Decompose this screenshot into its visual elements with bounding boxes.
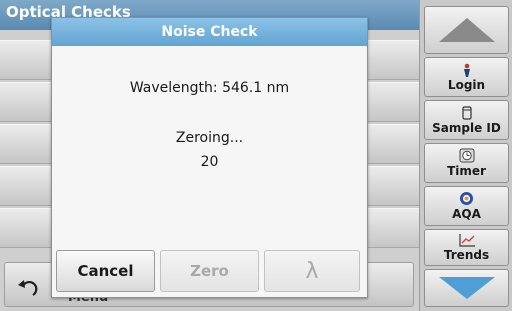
timer-button[interactable]: Timer — [424, 143, 509, 183]
dialog-title: Noise Check — [52, 18, 367, 46]
scroll-down-button[interactable] — [424, 269, 509, 307]
aqa-label: AQA — [452, 207, 481, 221]
sample-vial-icon — [461, 105, 472, 120]
triangle-down-icon — [438, 277, 495, 299]
trends-label: Trends — [443, 248, 490, 262]
timer-icon — [459, 148, 474, 163]
status-text: Zeroing... — [175, 130, 244, 146]
aqa-globe-icon — [460, 192, 473, 205]
wavelength-text: Wavelength: 546.1 nm — [129, 80, 290, 96]
login-button[interactable]: Login — [424, 57, 509, 97]
triangle-up-icon — [438, 18, 495, 42]
sample-id-label: Sample ID — [432, 120, 501, 135]
zero-button[interactable]: Zero — [160, 250, 259, 292]
noise-check-dialog: Noise Check Wavelength: 546.1 nm Zeroing… — [51, 17, 368, 298]
cancel-button[interactable]: Cancel — [56, 250, 155, 292]
person-icon — [463, 63, 470, 77]
sample-id-button[interactable]: Sample ID — [424, 100, 509, 140]
trend-chart-icon — [458, 234, 475, 247]
countdown-text: 20 — [200, 154, 219, 170]
login-label: Login — [447, 77, 486, 92]
right-sidebar: Login Sample ID Timer AQA Trends — [419, 0, 512, 311]
trends-button[interactable]: Trends — [424, 229, 509, 266]
lambda-button[interactable]: λ — [264, 250, 360, 292]
back-arrow-icon[interactable] — [14, 275, 40, 301]
aqa-button[interactable]: AQA — [424, 186, 509, 226]
scroll-up-button[interactable] — [424, 6, 509, 54]
timer-label: Timer — [447, 164, 486, 178]
